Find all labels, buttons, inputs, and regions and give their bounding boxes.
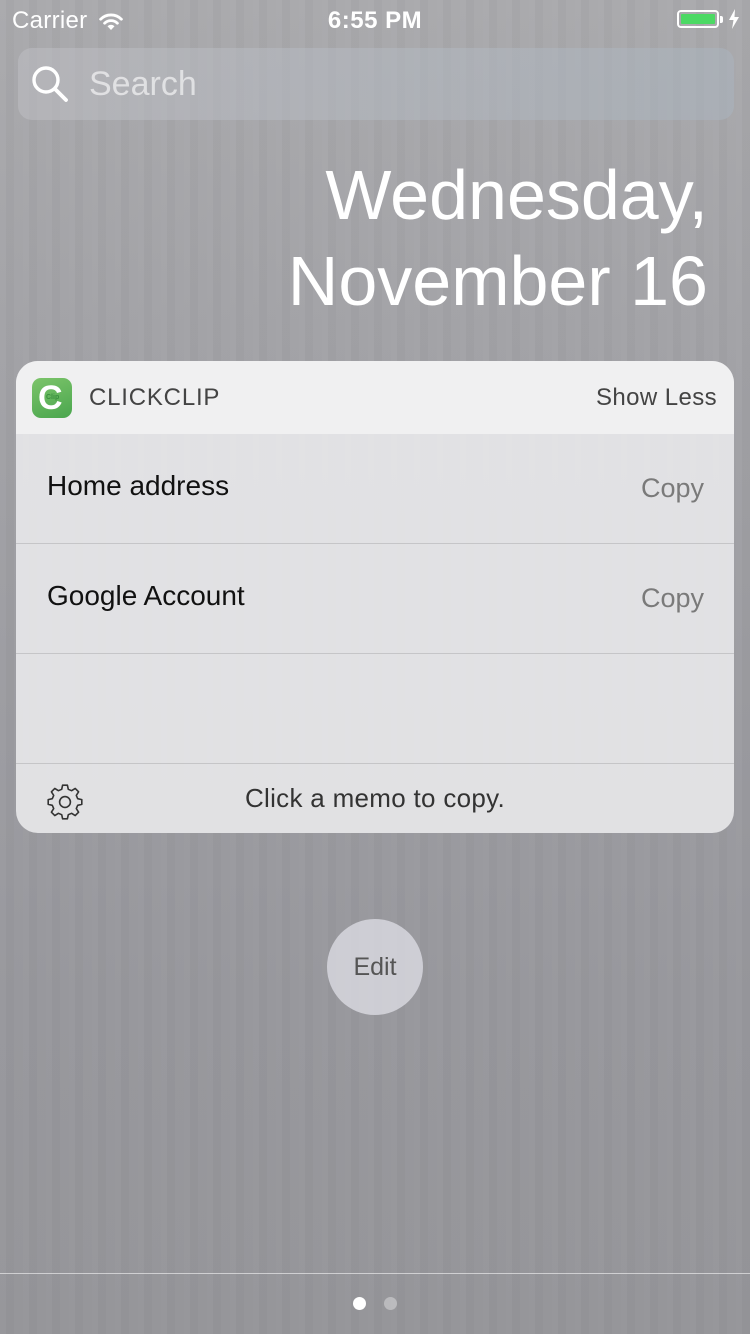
- copy-button[interactable]: Copy: [641, 583, 704, 614]
- clickclip-widget: C Clip CLICKCLIP Show Less Home address …: [16, 361, 734, 833]
- status-bar: Carrier 6:55 PM: [0, 0, 750, 40]
- memo-label: Google Account: [47, 579, 245, 611]
- bottom-divider: [0, 1273, 750, 1274]
- search-bar[interactable]: Search: [18, 48, 734, 120]
- memo-row-google-account[interactable]: Google Account Copy: [16, 544, 734, 654]
- charging-bolt-icon: [729, 9, 739, 29]
- show-less-button[interactable]: Show Less: [596, 384, 717, 412]
- widget-hint-text: Click a memo to copy.: [244, 783, 506, 813]
- battery-tip: [720, 15, 723, 23]
- copy-button[interactable]: Copy: [641, 473, 704, 504]
- status-time: 6:55 PM: [327, 7, 423, 34]
- month-day-label: November 16: [287, 242, 708, 320]
- memo-row-home-address[interactable]: Home address Copy: [16, 434, 734, 544]
- app-icon-sub: Clip: [46, 393, 60, 401]
- page-indicator[interactable]: [0, 1297, 750, 1310]
- battery-fill: [681, 14, 715, 24]
- weekday-label: Wednesday,: [325, 156, 708, 234]
- widget-footer: Click a memo to copy.: [16, 764, 734, 833]
- widget-app-name: CLICKCLIP: [89, 383, 221, 411]
- search-icon: [32, 66, 68, 102]
- clickclip-app-icon: C Clip: [32, 377, 72, 418]
- battery-indicator: [677, 9, 740, 29]
- memo-row-empty: [16, 654, 734, 764]
- memo-label: Home address: [47, 469, 230, 501]
- widget-header: C Clip CLICKCLIP Show Less: [16, 361, 734, 434]
- battery-icon: [677, 10, 719, 28]
- page-dot-2[interactable]: [384, 1297, 397, 1310]
- search-input[interactable]: Search: [89, 65, 197, 104]
- gear-icon[interactable]: [47, 784, 83, 820]
- date-display: Wednesday, November 16: [288, 152, 708, 324]
- page-dot-1[interactable]: [353, 1297, 366, 1310]
- edit-button[interactable]: Edit: [327, 919, 423, 1015]
